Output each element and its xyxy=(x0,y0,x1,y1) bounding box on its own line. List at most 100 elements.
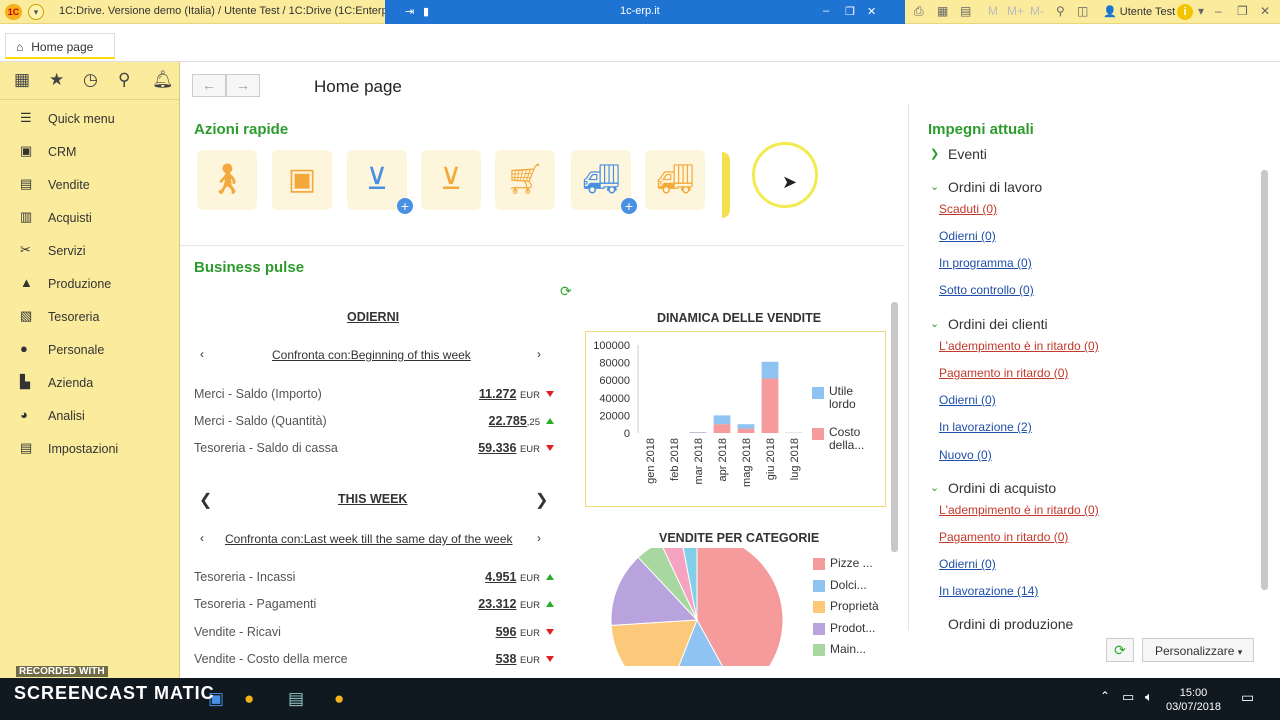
next-period-icon[interactable]: ❯ xyxy=(535,490,548,510)
window-close-icon[interactable]: ✕ xyxy=(1260,4,1270,18)
week-compare-link[interactable]: Confronta con:Last week till the same da… xyxy=(225,532,513,546)
remote-restore-icon[interactable]: ❐ xyxy=(845,5,855,18)
quick-action-sales[interactable]: ⊻ xyxy=(421,150,481,210)
window-maximize-icon[interactable]: ❐ xyxy=(1237,4,1248,18)
sidebar-item-produzione[interactable]: ▲ Produzione xyxy=(0,265,179,298)
current-user[interactable]: 👤 Utente Test xyxy=(1103,5,1175,18)
apps-grid-icon[interactable]: ▦ xyxy=(14,70,30,90)
today-title[interactable]: ODIERNI xyxy=(347,310,399,324)
link-odierni[interactable]: Odierni (0) xyxy=(939,557,996,571)
refresh-button[interactable]: ⟳ xyxy=(1106,638,1134,662)
quick-actions-scroll-handle[interactable] xyxy=(722,152,730,218)
spreadsheet-icon[interactable]: ▦ xyxy=(937,4,948,18)
right-panel-scrollbar[interactable] xyxy=(1260,150,1270,625)
refresh-icon[interactable]: ⟳ xyxy=(560,283,572,300)
sidebar-item-personale[interactable]: ● Personale xyxy=(0,331,179,364)
next-compare-icon[interactable]: › xyxy=(537,531,541,545)
link-sotto-controllo[interactable]: Sotto controllo (0) xyxy=(939,283,1034,297)
remote-minimize-icon[interactable]: – xyxy=(823,5,829,17)
customize-button[interactable]: Personalizzare ▾ xyxy=(1142,638,1254,662)
metric-value[interactable]: 22.785,25 xyxy=(489,414,540,428)
link-adempimento-ritardo[interactable]: L'adempimento è in ritardo (0) xyxy=(939,503,1099,517)
link-pagamento-ritardo[interactable]: Pagamento in ritardo (0) xyxy=(939,366,1068,380)
quick-action-visit[interactable]: 🚶︎ xyxy=(197,150,257,210)
tab-home-page[interactable]: ⌂ Home page xyxy=(5,33,115,59)
metric-value[interactable]: 23.312 EUR xyxy=(478,597,540,611)
print-icon[interactable]: ⎙ xyxy=(914,4,924,19)
panel-layout-icon[interactable]: ◫ xyxy=(1077,4,1088,18)
favorites-star-icon[interactable]: ★ xyxy=(49,70,64,90)
scrollbar-thumb[interactable] xyxy=(891,302,898,552)
sidebar-item-impostazioni[interactable]: ▤ Impostazioni xyxy=(0,430,179,463)
group-ordini-acquisto[interactable]: ⌄ Ordini di acquisto xyxy=(930,480,1056,496)
next-compare-icon[interactable]: › xyxy=(537,347,541,361)
sidebar-item-quick-menu[interactable]: ☰ Quick menu xyxy=(0,100,179,133)
sidebar-item-servizi[interactable]: ✂ Servizi xyxy=(0,232,179,265)
link-adempimento-ritardo[interactable]: L'adempimento è in ritardo (0) xyxy=(939,339,1099,353)
metric-row[interactable]: Vendite - Costo della merce 538 EUR xyxy=(194,652,554,672)
notifications-bell-icon[interactable]: 🔔︎ xyxy=(152,70,174,90)
zoom-icon[interactable]: ⚲ xyxy=(1056,4,1065,18)
quick-action-product[interactable]: ▣ xyxy=(272,150,332,210)
week-title[interactable]: THIS WEEK xyxy=(338,492,407,506)
scrollbar-thumb[interactable] xyxy=(1261,170,1268,590)
group-ordini-lavoro[interactable]: ⌄ Ordini di lavoro xyxy=(930,179,1042,195)
metric-row[interactable]: Vendite - Ricavi 596 EUR xyxy=(194,625,554,645)
link-in-programma[interactable]: In programma (0) xyxy=(939,256,1032,270)
main-menu-button[interactable]: ▾ xyxy=(28,4,44,20)
tray-chevron-up-icon[interactable]: ⌃ xyxy=(1100,689,1110,703)
prev-compare-icon[interactable]: ‹ xyxy=(200,531,204,545)
memory-minus-icon[interactable]: M- xyxy=(1030,4,1044,18)
prev-compare-icon[interactable]: ‹ xyxy=(200,347,204,361)
calendar-icon[interactable]: ▤ xyxy=(960,4,971,18)
taskbar-remote-icon[interactable]: ▤ xyxy=(288,689,304,709)
quick-action-new-shipment[interactable]: 🚚︎ + xyxy=(571,150,637,214)
metric-value[interactable]: 538 EUR xyxy=(496,652,540,666)
group-ordini-produzione[interactable]: ⌄Ordini di produzione xyxy=(948,616,1073,630)
link-odierni[interactable]: Odierni (0) xyxy=(939,229,996,243)
sidebar-item-azienda[interactable]: ▙ Azienda xyxy=(0,364,179,397)
link-pagamento-ritardo[interactable]: Pagamento in ritardo (0) xyxy=(939,530,1068,544)
metric-row[interactable]: Merci - Saldo (Quantità) 22.785,25 xyxy=(194,414,554,434)
metric-row[interactable]: Merci - Saldo (Importo) 11.272 EUR xyxy=(194,387,554,407)
prev-period-icon[interactable]: ❮ xyxy=(199,490,212,510)
quick-action-shipments[interactable]: 🚚︎ xyxy=(645,150,705,210)
memory-plus-icon[interactable]: M+ xyxy=(1007,4,1024,18)
quick-action-purchases[interactable]: 🛒︎ xyxy=(495,150,555,210)
sidebar-item-acquisti[interactable]: ▥ Acquisti xyxy=(0,199,179,232)
group-eventi[interactable]: ❯ Eventi xyxy=(930,146,987,162)
group-ordini-clienti[interactable]: ⌄ Ordini dei clienti xyxy=(930,316,1048,332)
link-in-lavorazione[interactable]: In lavorazione (2) xyxy=(939,420,1032,434)
history-icon[interactable]: ◷ xyxy=(83,70,98,90)
dropdown-icon[interactable]: ▾ xyxy=(1198,4,1204,18)
taskbar-1c-icon[interactable]: ● xyxy=(244,689,254,709)
link-odierni[interactable]: Odierni (0) xyxy=(939,393,996,407)
metric-row[interactable]: Tesoreria - Incassi 4.951 EUR xyxy=(194,570,554,590)
metric-value[interactable]: 596 EUR xyxy=(496,625,540,639)
metric-value[interactable]: 59.336 EUR xyxy=(478,441,540,455)
tray-network-icon[interactable]: ▭ xyxy=(1122,689,1134,705)
back-button[interactable]: ← xyxy=(192,74,226,97)
metric-row[interactable]: Tesoreria - Saldo di cassa 59.336 EUR xyxy=(194,441,554,461)
info-icon[interactable]: i xyxy=(1177,4,1193,20)
quick-action-new-sale[interactable]: ⊻ + xyxy=(347,150,413,214)
forward-button[interactable]: → xyxy=(226,74,260,97)
window-minimize-icon[interactable]: – xyxy=(1215,4,1222,18)
sidebar-item-crm[interactable]: ▣ CRM xyxy=(0,133,179,166)
taskbar-clock[interactable]: 15:00 03/07/2018 xyxy=(1166,686,1221,714)
sales-dynamics-chart[interactable]: 100000 80000 60000 40000 20000 0 gen 2018 feb 2… xyxy=(585,331,886,507)
memory-m-icon[interactable]: M xyxy=(988,4,998,18)
sidebar-item-vendite[interactable]: ▤ Vendite xyxy=(0,166,179,199)
taskbar-1c-active-icon[interactable]: ● xyxy=(334,689,344,709)
link-nuovo[interactable]: Nuovo (0) xyxy=(939,448,992,462)
pin-icon[interactable]: ⇥ xyxy=(405,5,414,18)
metric-value[interactable]: 4.951 EUR xyxy=(485,570,540,584)
main-scrollbar[interactable] xyxy=(890,284,900,662)
remote-close-icon[interactable]: ✕ xyxy=(867,5,876,18)
tray-speaker-icon[interactable]: 🔈︎ xyxy=(1145,689,1153,705)
metric-row[interactable]: Tesoreria - Pagamenti 23.312 EUR xyxy=(194,597,554,617)
sidebar-item-analisi[interactable]: ◕ Analisi xyxy=(0,397,179,430)
sales-categories-chart[interactable]: Pizze ... Dolci... Proprietà Prodot... Main.… xyxy=(585,548,886,666)
search-icon[interactable]: ⚲ xyxy=(118,70,130,90)
sidebar-item-tesoreria[interactable]: ▧ Tesoreria xyxy=(0,298,179,331)
